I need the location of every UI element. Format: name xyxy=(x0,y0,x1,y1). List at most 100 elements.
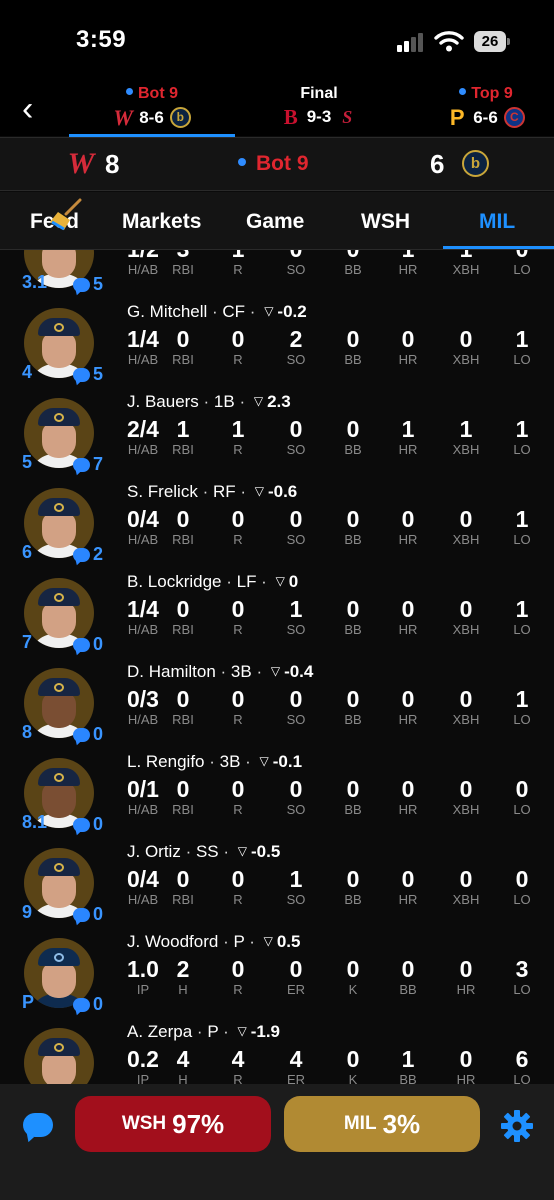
stat-label: RBI xyxy=(172,622,194,637)
stat-value: 0 xyxy=(231,506,245,532)
comments-count[interactable]: 0 xyxy=(73,994,103,1015)
stat-cell: 0BB xyxy=(328,250,378,277)
chat-icon[interactable] xyxy=(23,1113,53,1137)
player-name-line[interactable]: J. Ortiz · SS · ▽ -0.5 xyxy=(127,842,280,862)
separator-dot: · xyxy=(221,572,237,591)
player-stats-list[interactable]: 3.151/2H/AB3RBI1R0SO0BB1HR1XBH0LO45G. Mi… xyxy=(0,250,554,1084)
back-chevron-icon[interactable]: ‹ xyxy=(22,92,46,126)
player-row[interactable]: 7 0 B. Lockridge · LF · ▽ 0 1/4 H/AB 0 RBI 0 R 1 SO… xyxy=(0,572,554,662)
separator-dot: · xyxy=(235,482,251,501)
stat-value: 1 xyxy=(515,416,529,442)
battery-icon: 26 xyxy=(474,31,510,52)
player-row[interactable]: 4 5 G. Mitchell · CF · ▽ -0.2 1/4 H/AB 0 RBI 0 R 2… xyxy=(0,302,554,392)
tab-wsh[interactable]: WSH xyxy=(361,210,410,234)
stat-value: 0 xyxy=(289,506,303,532)
player-name-line[interactable]: A. Zerpa · P · ▽ -1.9 xyxy=(127,1022,280,1042)
trend-triangle-icon: ▽ xyxy=(275,574,285,588)
stat-cell: 1 RBI xyxy=(158,415,208,457)
player-name-line[interactable]: D. Hamilton · 3B · ▽ -0.4 xyxy=(127,662,313,682)
comments-count[interactable]: 5 xyxy=(73,364,103,385)
comments-count[interactable]: 0 xyxy=(73,724,103,745)
pirates-logo-icon: P xyxy=(449,104,465,130)
gear-icon[interactable] xyxy=(500,1109,534,1143)
stat-value: 0 xyxy=(176,326,190,352)
game-switcher: ‹ Bot 9 W 8-6 b Final B 9-3 S Top 9 P 6-… xyxy=(0,80,554,137)
stat-label: BB xyxy=(344,262,362,277)
stat-value: 1 xyxy=(289,866,303,892)
stat-cell: 0 XBH xyxy=(441,325,491,367)
stat-value: 1 xyxy=(401,416,415,442)
stat-label: LO xyxy=(513,802,531,817)
stat-label: HR xyxy=(398,712,418,727)
stat-label: HR xyxy=(398,802,418,817)
stat-cell: 0 RBI xyxy=(158,505,208,547)
player-row[interactable]: 3.151/2H/AB3RBI1R0SO0BB1HR1XBH0LO xyxy=(0,250,554,302)
wifi-icon xyxy=(434,31,464,52)
stat-value: 2 xyxy=(176,956,190,982)
tab-game[interactable]: Game xyxy=(246,210,304,234)
tab-markets[interactable]: Markets xyxy=(122,210,201,234)
comments-value: 2 xyxy=(93,544,104,564)
player-row[interactable]: 9 0 J. Ortiz · SS · ▽ -0.5 0/4 H/AB 0 RBI 0 R 1 SO 0… xyxy=(0,842,554,932)
stat-label: R xyxy=(233,712,243,727)
stat-label: SO xyxy=(286,622,306,637)
stat-cell: 4R xyxy=(213,1045,263,1084)
player-name-line[interactable]: J. Bauers · 1B · ▽ 2.3 xyxy=(127,392,291,412)
separator-dot: · xyxy=(256,572,272,591)
comments-count[interactable]: 0 xyxy=(73,814,103,835)
player-row[interactable]: P 0 J. Woodford · P · ▽ 0.5 1.0 IP 2 H 0 R 0 ER 0 K 0 B… xyxy=(0,932,554,1022)
stat-value: 0 xyxy=(231,596,245,622)
wsh-odds-button[interactable]: WSH 97% xyxy=(75,1096,271,1152)
stat-cell: 0K xyxy=(328,955,378,997)
stat-value: 0 xyxy=(459,686,473,712)
separator-dot: · xyxy=(234,392,250,411)
player-row[interactable]: 5 7 J. Bauers · 1B · ▽ 2.3 2/4 H/AB 1 RBI 1 R 0 SO 0… xyxy=(0,392,554,482)
player-name-line[interactable]: J. Woodford · P · ▽ 0.5 xyxy=(127,932,300,952)
comments-count[interactable]: 5 xyxy=(73,274,103,295)
player-row[interactable]: 8 0 D. Hamilton · 3B · ▽ -0.4 0/3 H/AB 0 RBI 0 R 0… xyxy=(0,662,554,752)
stat-label: BB xyxy=(344,442,362,457)
stat-value: 1 xyxy=(515,686,529,712)
stat-value: 0 xyxy=(231,956,245,982)
player-rating: 0 xyxy=(288,572,299,591)
comments-count[interactable]: 0 xyxy=(73,634,103,655)
game-card-bos-stl[interactable]: Final B 9-3 S xyxy=(236,84,402,136)
stat-value: 0 xyxy=(289,956,303,982)
live-dot-icon xyxy=(126,88,133,96)
stat-cell: 1HR xyxy=(383,415,433,457)
stat-value: 0 xyxy=(346,866,360,892)
comments-value: 0 xyxy=(93,994,104,1014)
player-position: 3B xyxy=(230,662,252,681)
stat-value: 0 xyxy=(176,866,190,892)
player-row[interactable]: 8.1 0 L. Rengifo · 3B · ▽ -0.1 0/1 H/AB 0 RBI 0 R… xyxy=(0,752,554,842)
player-name-line[interactable]: G. Mitchell · CF · ▽ -0.2 xyxy=(127,302,307,322)
mil-odds-button[interactable]: MIL 3% xyxy=(284,1096,480,1152)
odds-team: MIL xyxy=(343,1113,377,1134)
player-row[interactable]: 6 2 S. Frelick · RF · ▽ -0.6 0/4 H/AB 0 RBI 0 R 0 S… xyxy=(0,482,554,572)
player-name-line[interactable]: S. Frelick · RF · ▽ -0.6 xyxy=(127,482,297,502)
broom-icon xyxy=(50,198,82,231)
stat-cell: 0SO xyxy=(271,505,321,547)
comments-count[interactable]: 0 xyxy=(73,904,103,925)
comments-count[interactable]: 7 xyxy=(73,454,103,475)
comment-bubble-icon xyxy=(73,997,90,1012)
player-name: J. Ortiz xyxy=(127,842,181,861)
game-card-wsh-mil[interactable]: Bot 9 W 8-6 b xyxy=(69,84,235,137)
lineup-order: P xyxy=(22,992,35,1012)
stat-value: 0 xyxy=(176,686,190,712)
comments-count[interactable]: 2 xyxy=(73,544,103,565)
player-name-line[interactable]: B. Lockridge · LF · ▽ 0 xyxy=(127,572,298,592)
stat-label: XBH xyxy=(452,442,480,457)
stat-cell: 0 XBH xyxy=(441,865,491,907)
stat-label: LO xyxy=(513,1072,531,1085)
stat-label: RBI xyxy=(172,262,194,277)
stat-value: 0 xyxy=(401,866,415,892)
comment-bubble-icon xyxy=(73,457,90,472)
stat-cell: 0 XBH xyxy=(441,775,491,817)
stat-value: 0 xyxy=(346,1046,360,1072)
game-card-pit-chc[interactable]: Top 9 P 6-6 C xyxy=(403,84,554,136)
player-name-line[interactable]: L. Rengifo · 3B · ▽ -0.1 xyxy=(127,752,302,772)
tab-mil[interactable]: MIL xyxy=(479,210,515,234)
player-name: D. Hamilton xyxy=(127,662,216,681)
player-row[interactable]: A. Zerpa · P · ▽ -1.9 0.2 IP 4 H 4 R 4 ER 0 K 1 BB 0 HR… xyxy=(0,1022,554,1084)
